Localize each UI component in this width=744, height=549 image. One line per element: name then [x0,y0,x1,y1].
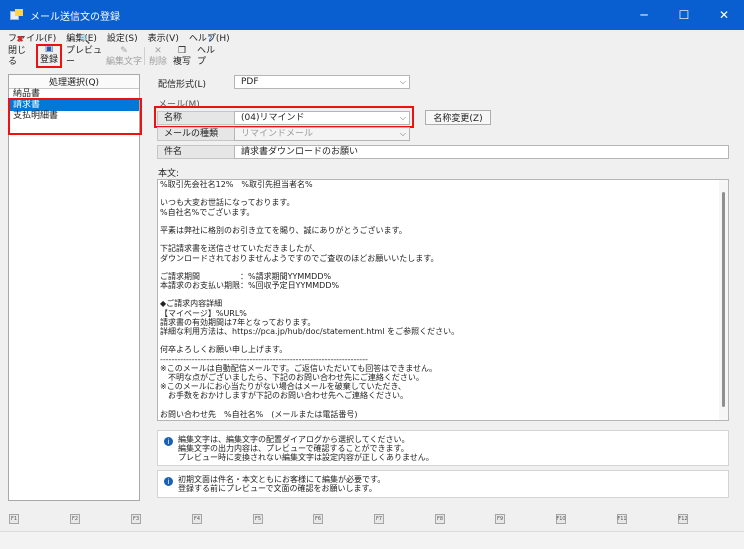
function-key-f8[interactable]: F8 [435,514,445,524]
body-label: 本文: [158,169,180,179]
preview-icon: 🔍 [79,35,91,45]
body-line: いつも大変お世話になっております。 [160,198,295,208]
app-icon [10,9,24,21]
body-line [158,189,728,198]
function-key-f7[interactable]: F7 [374,514,384,524]
function-key-f10[interactable]: F10 [556,514,566,524]
menu-file[interactable]: ファイル(F) [8,31,56,44]
help-icon: ? [207,35,213,45]
info-icon: i [164,477,173,486]
info-icon: i [164,437,173,446]
body-line: お手数をおかけしますが下記のお問い合わせ先へご連絡ください。 [160,391,408,401]
chevron-down-icon: ⌵ [399,129,406,138]
close-button[interactable]: ✖ 閉じる [8,35,32,68]
body-line: 【マイページ】%URL% [160,308,247,318]
close-icon: ✖ [16,35,24,45]
rename-button[interactable]: 名称変更(Z) [425,110,491,125]
toolbar: ✖ 閉じる ▣ 登録 🔍 プレビュー ✎ 編集文字 ✕ 削除 ❐ 複写 ? ヘル… [0,35,744,68]
body-scrollbar[interactable] [719,180,728,420]
delete-button[interactable]: ✕ 削除 [148,44,168,68]
body-line: 下記請求書を送信させていただきましたが、 [160,244,320,254]
delivery-format-label: 配信形式(L) [158,80,207,90]
body-line: %取引先会社名12% %取引先担当者名% [160,180,313,189]
menu-settings[interactable]: 設定(S) [107,31,138,44]
delete-icon: ✕ [154,46,162,56]
body-line: ※このメールにお心当たりがない場合はメールを破棄していただき、 [160,382,406,392]
body-line [158,401,728,410]
subject-label: 件名 [157,145,235,159]
copy-button[interactable]: ❐ 複写 [171,44,193,68]
name-select[interactable]: (04)リマインド ⌵ [234,111,410,125]
subject-input[interactable]: 請求書ダウンロードのお願い [234,145,729,159]
menu-bar: ファイル(F) 編集(E) 設定(S) 表示(V) ヘルプ(H) [0,30,744,44]
mail-type-label: メールの種類 [157,127,235,141]
body-line [158,290,728,299]
chevron-down-icon: ⌵ [399,77,406,86]
body-line: 本請求のお支払い期限：%回収予定日YYMMDD% [160,281,340,291]
body-line: %自社名%でございます。 [160,207,255,217]
list-item-delivery-slip[interactable]: 納品書 [9,89,139,100]
body-line: お問い合わせ先 %自社名% (メールまたは電話番号) [160,409,358,419]
body-line: 何卒よろしくお願い申し上げます。 [160,345,288,355]
body-line: 詳細な利用方法は、https://pca.jp/hub/doc/statemen… [160,327,460,336]
scrollbar-thumb[interactable] [722,192,725,407]
mail-section-label: メール(M) [158,100,200,110]
info-box-initial-text: i 初期文面は件名・本文ともにお客様にて編集が必要です。 登録する前にプレビュー… [157,470,729,498]
close-window-button[interactable]: ✕ [704,0,744,30]
body-line [158,235,728,244]
mail-type-select[interactable]: リマインドメール ⌵ [234,127,410,141]
process-selection-panel: 処理選択(Q) 納品書 請求書 支払明細書 [8,74,142,501]
body-line: ダウンロードされておりませんようですのでご査収のほどお願いいたします。 [160,253,439,263]
body-line: ご請求期間 ：%請求期間YYMMDD% [160,271,332,281]
body-line [158,263,728,272]
toolbar-separator [144,47,145,65]
form-panel: 配信形式(L) PDF ⌵ メール(M) 名称 (04)リマインド ⌵ 名称変更… [148,71,736,506]
process-selection-header: 処理選択(Q) [9,75,139,89]
name-label: 名称 [157,111,235,125]
help-button[interactable]: ? ヘルプ [197,35,223,68]
body-line: ----------------------------------------… [160,354,368,364]
function-key-f9[interactable]: F9 [495,514,505,524]
maximize-button[interactable]: ☐ [664,0,704,30]
body-line: 平素は弊社に格別のお引き立てを賜り、誠にありがとうございます。 [160,225,407,235]
list-item-invoice[interactable]: 請求書 [9,100,139,111]
function-key-f11[interactable]: F11 [617,514,627,524]
list-item-payment-statement[interactable]: 支払明細書 [9,111,139,122]
info-box-text: 編集文字は、編集文字の配置ダイアログから選択してください。 編集文字の出力内容は… [178,435,434,462]
edit-text-button[interactable]: ✎ 編集文字 [106,44,142,68]
body-line: ◆ご請求内容詳細 [160,299,223,309]
window-title: メール送信文の登録 [30,11,120,23]
save-icon: ▣ [44,44,54,54]
function-key-f1[interactable]: F1 [9,514,19,524]
function-key-bar: F1 F2 F3 F4 F5 F6 F7 F8 F9 F10 F11 F12 [0,507,744,531]
info-box-edit-text: i 編集文字は、編集文字の配置ダイアログから選択してください。 編集文字の出力内… [157,430,729,466]
body-line [158,336,728,345]
minimize-button[interactable]: ─ [624,0,664,30]
preview-button[interactable]: 🔍 プレビュー [66,35,104,68]
edit-icon: ✎ [120,46,128,56]
menu-view[interactable]: 表示(V) [148,31,179,44]
body-text: %取引先会社名12% %取引先担当者名% いつも大変お世話になっております。 %自社… [158,180,728,419]
function-key-f3[interactable]: F3 [131,514,141,524]
copy-icon: ❐ [177,46,187,56]
delivery-format-select[interactable]: PDF ⌵ [234,75,410,89]
body-textarea[interactable]: %取引先会社名12% %取引先担当者名% いつも大変お世話になっております。 %自社… [157,179,729,421]
body-line: 請求書の有効期間は7年となっております。 [160,317,316,327]
chevron-down-icon: ⌵ [399,113,406,122]
info-box-text: 初期文面は件名・本文ともにお客様にて編集が必要です。 登録する前にプレビューで文… [178,475,386,493]
body-line [158,217,728,226]
register-button[interactable]: ▣ 登録 [36,44,62,68]
body-line: 不明な点がございましたら、下記のお問い合わせ先にご連絡ください。 [160,372,424,382]
title-bar: メール送信文の登録 ─ ☐ ✕ [0,0,744,30]
function-key-f6[interactable]: F6 [313,514,323,524]
function-key-f12[interactable]: F12 [678,514,688,524]
function-key-f2[interactable]: F2 [70,514,80,524]
function-key-f5[interactable]: F5 [253,514,263,524]
body-line: ※このメールは自動配信メールです。ご返信いただいても回答はできません。 [160,363,438,373]
status-bar [0,531,744,549]
function-key-f4[interactable]: F4 [192,514,202,524]
